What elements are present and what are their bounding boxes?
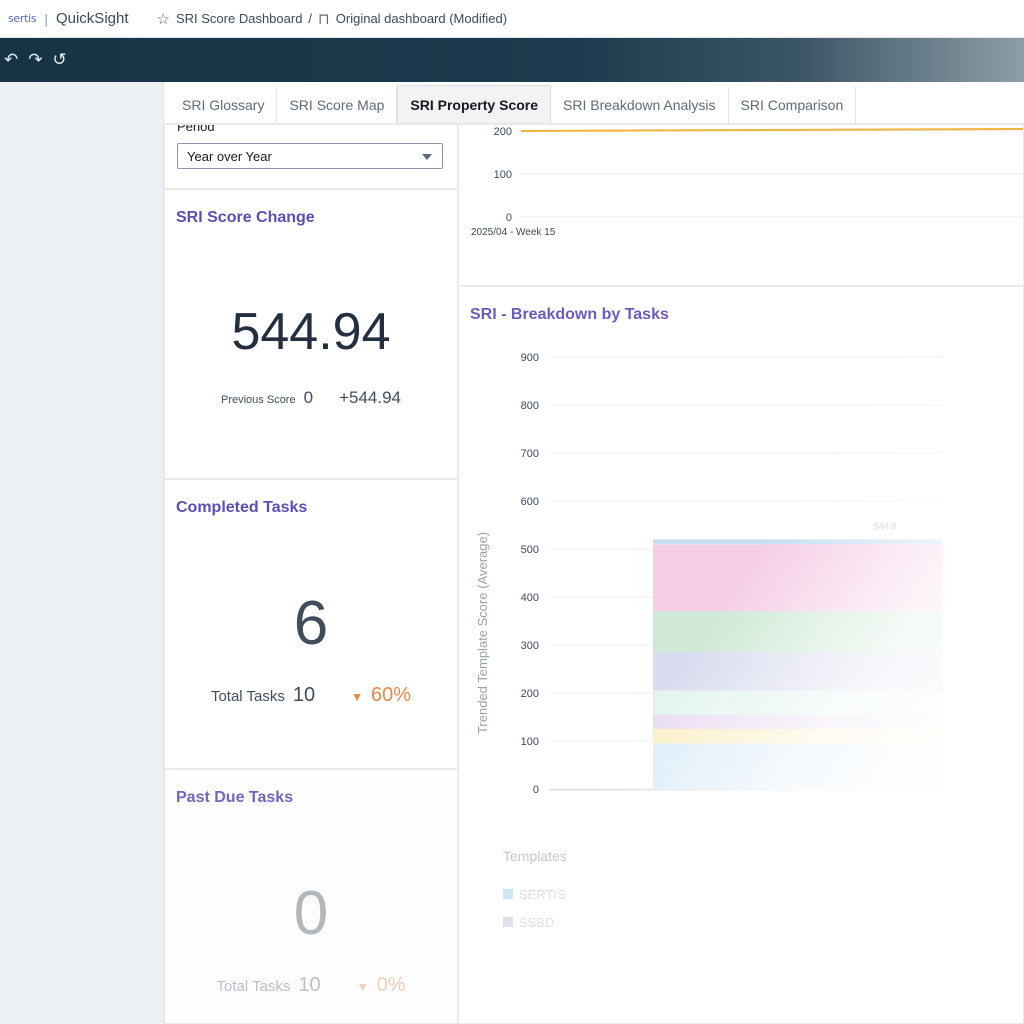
total-tasks-label: Total Tasks [216,978,291,995]
breadcrumb-dashboard[interactable]: SRI Score Dashboard [176,11,302,26]
tab-sri-score-map[interactable]: SRI Score Map [277,87,398,123]
score-change-title: SRI Score Change [176,209,315,226]
y-axis-title: Trended Template Score (Average) [475,532,490,734]
y-tick-label: 900 [521,352,539,364]
top-header: sertis | QuickSight ☆ SRI Score Dashboar… [0,0,1024,38]
bar-segment [653,729,943,744]
y-tick-label: 400 [521,592,539,604]
tab-sri-glossary[interactable]: SRI Glossary [170,87,278,123]
y-tick-label: 200 [521,688,539,700]
score-delta: +544.94 [339,388,401,407]
past-due-tasks-panel: Past Due Tasks 0 Total Tasks 10 ▼ 0% [164,769,458,1024]
past-due-tasks-change: 0% [376,974,406,996]
redo-icon[interactable]: ↷ [28,50,42,70]
chevron-down-icon [422,154,432,160]
bar-total-label: 544.9 [874,521,897,531]
bar-segment [653,539,943,545]
total-tasks-label: Total Tasks [210,688,285,705]
y-tick-label: 300 [521,640,539,652]
total-tasks-value: 10 [292,684,316,706]
score-change-panel: SRI Score Change 544.94 Previous Score 0… [164,189,458,479]
header-divider: | [44,10,48,27]
tab-sri-comparison[interactable]: SRI Comparison [729,87,857,123]
completed-tasks-change: 60% [371,684,412,706]
past-due-tasks-value: 0 [293,879,329,948]
previous-score-label: Previous Score [221,394,296,406]
app-name[interactable]: QuickSight [56,10,129,27]
y-tick-label: 800 [521,400,539,412]
breadcrumb-view[interactable]: Original dashboard (Modified) [336,11,507,26]
brand-logo[interactable]: sertis [8,12,37,25]
bar-segment [653,652,943,691]
bar-segment [653,611,943,653]
sheet-tabs: SRI Glossary SRI Score Map SRI Property … [164,82,1024,124]
dashboard-toolbar: ↶ ↷ ↺ [0,38,1024,82]
bookmark-icon[interactable]: ⊓ [318,10,330,28]
reset-icon[interactable]: ↺ [53,50,67,70]
previous-score-value: 0 [303,388,314,407]
x-tick-label: 2025/04 - Week 15 [471,227,556,238]
breadcrumb: ☆ SRI Score Dashboard / ⊓ Original dashb… [157,10,508,28]
bar-segment [653,714,943,729]
undo-icon[interactable]: ↶ [4,50,18,70]
past-due-tasks-title: Past Due Tasks [176,789,294,806]
y-tick-label: 0 [533,784,539,796]
legend-swatch [503,917,513,927]
y-tick-label: 500 [521,544,539,556]
legend-item: SSBD [519,915,554,930]
y-tick-label: 600 [521,496,539,508]
tab-sri-property-score[interactable]: SRI Property Score [397,85,552,123]
score-change-value: 544.94 [231,303,391,361]
breakdown-panel: SRI - Breakdown by Tasks 0 100 200 300 400 50… [458,286,1024,1024]
completed-tasks-value: 6 [293,589,329,658]
y-tick-label: 100 [521,736,539,748]
caret-down-icon: ▼ [356,980,369,994]
completed-tasks-panel: Completed Tasks 6 Total Tasks 10 ▼ 60% [164,479,458,769]
bar-segment [653,690,943,715]
star-icon[interactable]: ☆ [157,10,170,28]
bar-segment [653,743,943,789]
total-tasks-value: 10 [298,974,321,996]
score-trend-chart: 0 100 200 2025/04 - Week 15 [471,126,1023,238]
bar-segment [653,544,943,612]
sertis-logo: sertis [8,12,37,25]
legend-swatch [503,889,513,899]
completed-tasks-comparison: Total Tasks 10 ▼ 60% [165,684,457,707]
y-tick-label: 0 [506,212,512,224]
y-tick-label: 100 [494,169,512,181]
score-change-comparison: Previous Score 0 +544.94 [165,388,457,408]
left-sidebar [0,82,164,1024]
past-due-tasks-comparison: Total Tasks 10 ▼ 0% [165,974,457,997]
breadcrumb-separator: / [308,11,313,26]
y-tick-label: 200 [494,126,512,138]
period-label: Period [177,124,215,134]
breakdown-chart: 0 100 200 300 400 500 600 700 800 900 Trended Temp… [475,352,944,930]
period-selected-value: Year over Year [187,148,272,164]
caret-down-icon: ▼ [351,690,364,704]
tab-sri-breakdown-analysis[interactable]: SRI Breakdown Analysis [551,87,729,123]
legend-title: Templates [503,848,567,864]
score-trend-panel: 0 100 200 2025/04 - Week 15 [458,124,1024,286]
period-filter-panel: Period Year over Year [164,124,458,189]
completed-tasks-title: Completed Tasks [176,499,308,516]
period-dropdown[interactable]: Year over Year [177,143,443,169]
legend-item: SERTIS [519,887,566,902]
y-tick-label: 700 [521,448,539,460]
